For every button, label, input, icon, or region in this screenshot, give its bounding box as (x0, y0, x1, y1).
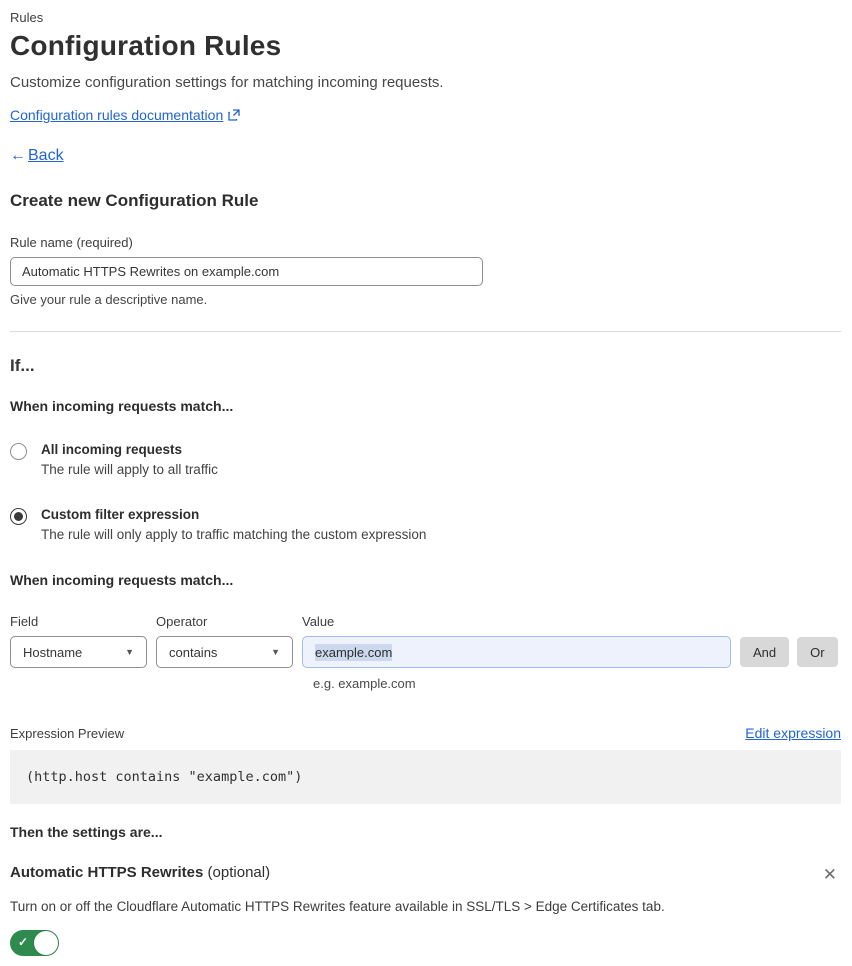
or-button[interactable]: Or (797, 637, 838, 667)
edit-expression-link[interactable]: Edit expression (745, 725, 841, 741)
rule-name-label: Rule name (required) (10, 235, 133, 250)
toggle-knob (34, 931, 58, 955)
value-input-text: example.com (315, 643, 393, 661)
rule-name-input[interactable] (10, 257, 483, 286)
operator-select[interactable]: contains ▼ (156, 636, 293, 668)
check-icon: ✓ (18, 935, 29, 949)
breadcrumb: Rules (10, 10, 44, 25)
radio-label: Custom filter expression (41, 507, 200, 522)
field-select-value: Hostname (23, 644, 83, 660)
field-select[interactable]: Hostname ▼ (10, 636, 147, 668)
chevron-down-icon: ▼ (271, 647, 280, 657)
setting-description: Turn on or off the Cloudflare Automatic … (10, 899, 665, 914)
expression-builder: Field Operator Value Hostname ▼ contains… (10, 614, 841, 691)
documentation-link[interactable]: Configuration rules documentation (10, 107, 223, 123)
value-label: Value (302, 614, 335, 629)
radio-option-all-incoming-requests[interactable]: All incoming requests The rule will appl… (10, 442, 841, 477)
radio-label: All incoming requests (41, 442, 183, 457)
expression-preview-box: (http.host contains "example.com") (10, 750, 841, 804)
radio-description: The rule will only apply to traffic matc… (41, 527, 427, 542)
radio-option-custom-filter-expression[interactable]: Custom filter expression The rule will o… (10, 507, 841, 542)
radio-unchecked-icon[interactable] (10, 443, 27, 460)
configuration-rules-page: Rules Configuration Rules Customize conf… (0, 0, 852, 966)
close-icon[interactable]: ✕ (819, 864, 841, 885)
builder-title: When incoming requests match... (10, 572, 234, 588)
rule-name-help: Give your rule a descriptive name. (10, 292, 208, 307)
if-title: If... (10, 356, 35, 375)
divider (10, 331, 841, 332)
field-label: Field (10, 614, 39, 629)
page-title: Configuration Rules (10, 30, 282, 61)
automatic-https-rewrites-toggle[interactable]: ✓ (10, 930, 59, 956)
doc-link-row: Configuration rules documentation (10, 107, 841, 123)
value-input[interactable]: example.com (302, 636, 731, 668)
setting-optional-tag: (optional) (203, 864, 271, 881)
back-arrow-icon: ← (10, 147, 26, 164)
value-hint: e.g. example.com (313, 676, 416, 691)
chevron-down-icon: ▼ (125, 647, 134, 657)
expression-preview-label: Expression Preview (10, 726, 125, 741)
and-button[interactable]: And (740, 637, 790, 667)
radio-description: The rule will apply to all traffic (41, 462, 218, 477)
radio-checked-icon[interactable] (10, 508, 27, 525)
operator-label: Operator (156, 614, 208, 629)
page-subtitle: Customize configuration settings for mat… (10, 74, 444, 91)
back-link[interactable]: Back (28, 147, 64, 165)
then-settings-title: Then the settings are... (10, 824, 163, 840)
operator-select-value: contains (169, 644, 218, 660)
create-rule-title: Create new Configuration Rule (10, 191, 259, 210)
back-row: ← Back (10, 147, 841, 165)
setting-name: Automatic HTTPS Rewrites (10, 864, 204, 881)
match-title: When incoming requests match... (10, 398, 234, 414)
external-link-icon (228, 109, 240, 121)
